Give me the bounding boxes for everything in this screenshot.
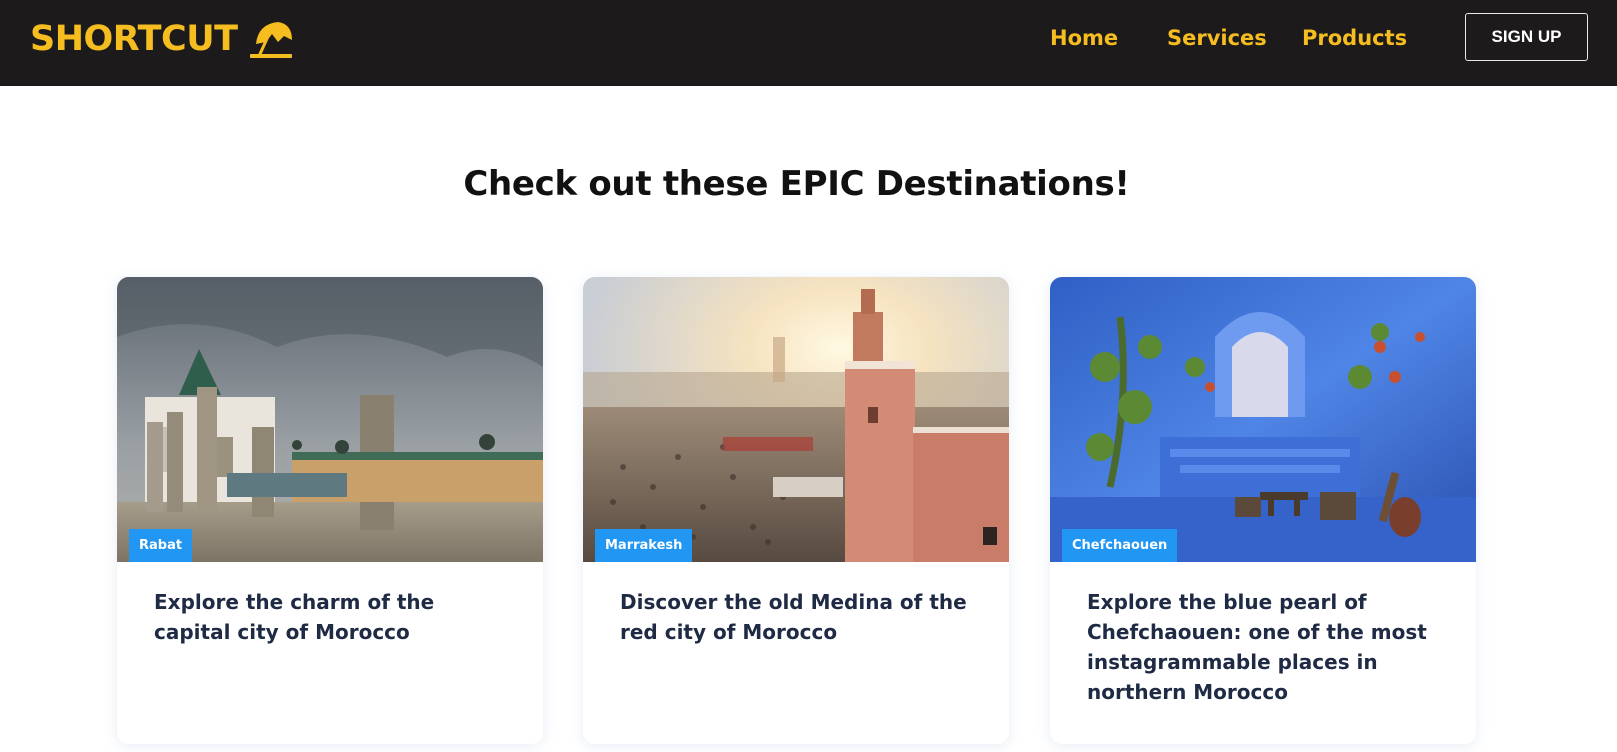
navbar: SHORTCUT Home Services Products SIGN UP bbox=[0, 0, 1617, 86]
beach-umbrella-icon bbox=[249, 22, 292, 58]
location-badge-rabat: Rabat bbox=[129, 529, 193, 562]
marrakesh-jemaa-el-fnaa-photo: Marrakesh bbox=[583, 277, 1009, 562]
card-description: Discover the old Medina of the red city … bbox=[620, 590, 967, 644]
nav-link-products[interactable]: Products bbox=[1302, 22, 1407, 54]
card-description: Explore the charm of the capital city of… bbox=[154, 590, 435, 644]
location-badge-chefchaouen: Chefchaouen bbox=[1062, 529, 1178, 562]
chefchaouen-blue-street-photo: Chefchaouen bbox=[1050, 277, 1476, 562]
brand-logo[interactable]: SHORTCUT bbox=[30, 14, 294, 64]
location-badge-marrakesh: Marrakesh bbox=[595, 529, 693, 562]
destination-card-marrakesh[interactable]: Marrakesh Discover the old Medina of the… bbox=[583, 277, 1009, 744]
card-description: Explore the blue pearl of Chefchaouen: o… bbox=[1087, 590, 1427, 704]
destination-card-rabat[interactable]: Rabat Explore the charm of the capital c… bbox=[117, 277, 543, 744]
destination-card-chefchaouen[interactable]: Chefchaouen Explore the blue pearl of Ch… bbox=[1050, 277, 1476, 744]
sign-up-button[interactable]: SIGN UP bbox=[1465, 13, 1588, 61]
nav-link-home[interactable]: Home bbox=[1050, 22, 1118, 54]
rabat-hassan-tower-photo: Rabat bbox=[117, 277, 543, 562]
nav-link-services[interactable]: Services bbox=[1167, 22, 1267, 54]
page-title: Check out these EPIC Destinations! bbox=[463, 164, 1130, 204]
brand-name: SHORTCUT bbox=[30, 19, 238, 59]
